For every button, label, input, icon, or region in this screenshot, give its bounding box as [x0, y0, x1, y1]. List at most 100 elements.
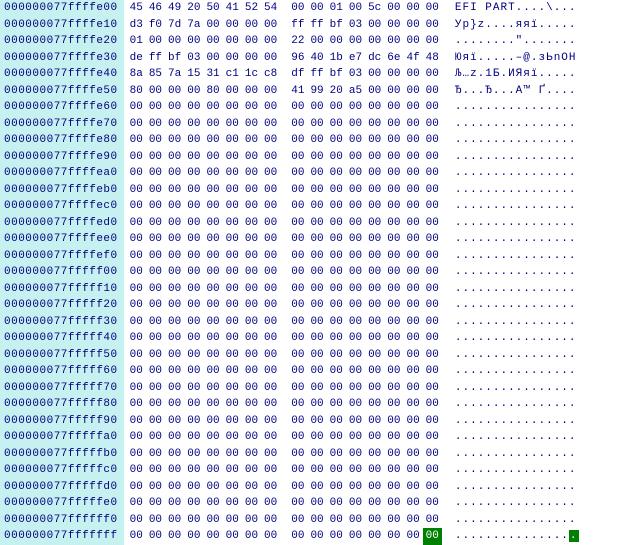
hex-bytes[interactable]: 00000000000000000000000000000000: [124, 215, 445, 232]
hex-byte[interactable]: 03: [346, 17, 365, 34]
hex-byte[interactable]: 00: [365, 99, 384, 116]
hex-byte[interactable]: 00: [146, 512, 165, 529]
hex-byte[interactable]: 00: [365, 149, 384, 166]
hex-byte[interactable]: 00: [242, 446, 261, 463]
hex-byte[interactable]: f0: [146, 17, 165, 34]
hex-byte[interactable]: 00: [423, 462, 442, 479]
hex-byte[interactable]: 00: [223, 512, 242, 529]
hex-byte[interactable]: 00: [261, 347, 280, 364]
hex-byte[interactable]: 00: [127, 363, 146, 380]
hex-byte[interactable]: 00: [403, 281, 422, 298]
ascii-cell[interactable]: ................: [445, 380, 583, 397]
hex-byte[interactable]: 00: [403, 182, 422, 199]
hex-byte[interactable]: 00: [423, 198, 442, 215]
hex-byte[interactable]: 00: [288, 132, 307, 149]
hex-row[interactable]: 000000077fffff50000000000000000000000000…: [0, 347, 583, 364]
hex-byte[interactable]: 00: [261, 17, 280, 34]
hex-byte[interactable]: 00: [288, 495, 307, 512]
hex-byte[interactable]: 00: [223, 396, 242, 413]
hex-byte[interactable]: 00: [346, 330, 365, 347]
hex-byte[interactable]: 00: [403, 396, 422, 413]
hex-byte[interactable]: 00: [146, 198, 165, 215]
hex-byte[interactable]: 00: [184, 215, 203, 232]
hex-byte[interactable]: 00: [203, 330, 222, 347]
hex-byte[interactable]: 00: [223, 297, 242, 314]
hex-row[interactable]: 000000077fffff60000000000000000000000000…: [0, 363, 583, 380]
hex-byte[interactable]: 00: [261, 231, 280, 248]
hex-byte[interactable]: 00: [288, 215, 307, 232]
hex-byte[interactable]: 00: [365, 396, 384, 413]
hex-bytes[interactable]: 00000000000000000000000000000000: [124, 446, 445, 463]
hex-row[interactable]: 000000077ffffe60000000000000000000000000…: [0, 99, 583, 116]
hex-byte[interactable]: 00: [307, 429, 326, 446]
hex-bytes[interactable]: 00000000000000000000000000000000: [124, 281, 445, 298]
hex-byte[interactable]: 00: [261, 132, 280, 149]
hex-byte[interactable]: 00: [346, 363, 365, 380]
hex-byte[interactable]: 00: [261, 512, 280, 529]
hex-byte[interactable]: 00: [384, 495, 403, 512]
ascii-cell[interactable]: Ур}z....яяї.....: [445, 17, 583, 34]
hex-byte[interactable]: 00: [346, 429, 365, 446]
hex-byte[interactable]: 00: [327, 528, 346, 545]
hex-byte[interactable]: df: [288, 66, 307, 83]
hex-byte[interactable]: 00: [307, 33, 326, 50]
hex-byte[interactable]: 50: [203, 0, 222, 17]
hex-byte[interactable]: 48: [423, 50, 442, 67]
hex-byte[interactable]: 00: [423, 281, 442, 298]
hex-byte[interactable]: 00: [327, 396, 346, 413]
hex-byte[interactable]: 00: [203, 446, 222, 463]
hex-bytes[interactable]: 00000000000000000000000000000000: [124, 347, 445, 364]
hex-byte[interactable]: 00: [223, 165, 242, 182]
ascii-cell[interactable]: ................: [445, 198, 583, 215]
hex-byte[interactable]: 00: [307, 99, 326, 116]
hex-byte[interactable]: 00: [261, 248, 280, 265]
hex-bytes[interactable]: 00000000000000000000000000000000: [124, 132, 445, 149]
hex-byte[interactable]: 00: [384, 182, 403, 199]
hex-byte[interactable]: 00: [384, 165, 403, 182]
hex-byte[interactable]: 00: [242, 429, 261, 446]
hex-bytes[interactable]: 00000000000000000000000000000000: [124, 330, 445, 347]
hex-byte[interactable]: 46: [146, 0, 165, 17]
hex-bytes[interactable]: 00000000000000000000000000000000: [124, 314, 445, 331]
hex-row[interactable]: 000000077ffffe20010000000000000022000000…: [0, 33, 583, 50]
hex-byte[interactable]: 00: [327, 429, 346, 446]
hex-byte[interactable]: 00: [403, 462, 422, 479]
hex-byte[interactable]: 00: [327, 99, 346, 116]
hex-byte[interactable]: 00: [242, 149, 261, 166]
ascii-cell[interactable]: ................: [445, 165, 583, 182]
hex-byte[interactable]: 00: [184, 528, 203, 545]
hex-byte[interactable]: 00: [165, 396, 184, 413]
ascii-cell[interactable]: ................: [445, 363, 583, 380]
hex-byte[interactable]: 00: [203, 281, 222, 298]
hex-byte[interactable]: 00: [261, 363, 280, 380]
hex-byte[interactable]: 00: [307, 330, 326, 347]
ascii-cell[interactable]: ................: [445, 132, 583, 149]
hex-byte[interactable]: 01: [127, 33, 146, 50]
ascii-cell[interactable]: ................: [445, 512, 583, 529]
hex-byte[interactable]: 00: [403, 264, 422, 281]
hex-row[interactable]: 000000077fffff80000000000000000000000000…: [0, 396, 583, 413]
hex-byte[interactable]: a5: [346, 83, 365, 100]
hex-byte[interactable]: 00: [307, 512, 326, 529]
hex-byte[interactable]: 20: [327, 83, 346, 100]
hex-row[interactable]: 000000077ffffea0000000000000000000000000…: [0, 165, 583, 182]
hex-byte[interactable]: 00: [203, 248, 222, 265]
hex-byte[interactable]: 00: [384, 116, 403, 133]
hex-byte[interactable]: 00: [242, 330, 261, 347]
hex-byte[interactable]: 00: [184, 281, 203, 298]
ascii-cell[interactable]: Юяї.....–@.зЬnOH: [445, 50, 583, 67]
hex-byte[interactable]: 00: [203, 429, 222, 446]
hex-byte[interactable]: 00: [165, 116, 184, 133]
hex-byte[interactable]: 00: [184, 83, 203, 100]
hex-byte[interactable]: 00: [307, 462, 326, 479]
hex-byte[interactable]: 00: [146, 297, 165, 314]
hex-byte[interactable]: 00: [127, 281, 146, 298]
hex-byte[interactable]: 00: [307, 297, 326, 314]
hex-row[interactable]: 000000077fffffd0000000000000000000000000…: [0, 479, 583, 496]
hex-byte[interactable]: 40: [307, 50, 326, 67]
hex-byte[interactable]: 00: [146, 413, 165, 430]
hex-byte[interactable]: 00: [288, 446, 307, 463]
ascii-cell[interactable]: ................: [445, 479, 583, 496]
hex-byte[interactable]: 00: [365, 132, 384, 149]
hex-byte[interactable]: 00: [165, 429, 184, 446]
